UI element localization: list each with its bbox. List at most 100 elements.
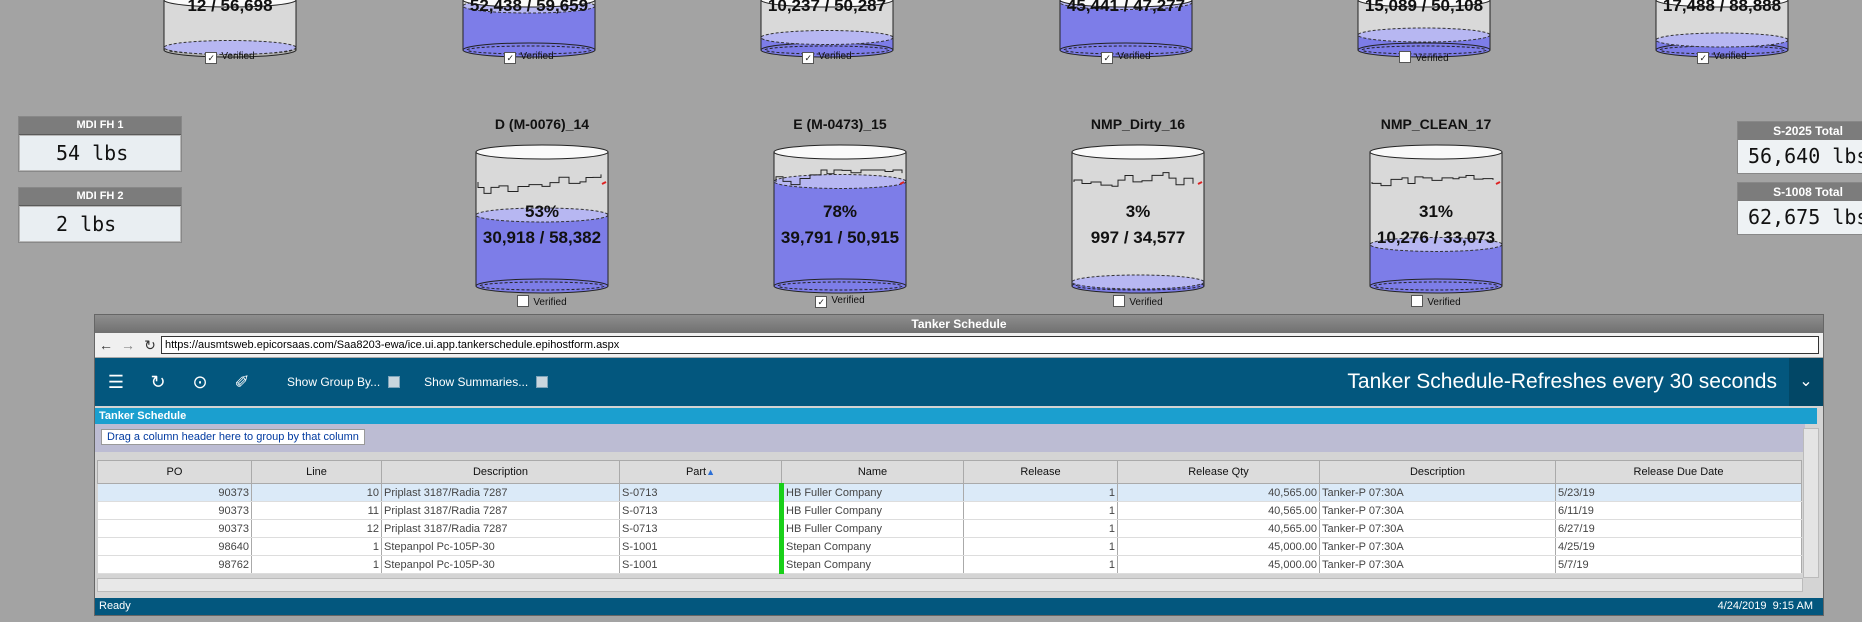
table-cell[interactable]: HB Fuller Company: [779, 519, 964, 538]
table-cell[interactable]: 11: [251, 501, 382, 520]
table-cell[interactable]: S-1001: [619, 537, 782, 556]
table-cell[interactable]: 45,000.00: [1117, 555, 1320, 574]
table-cell[interactable]: HB Fuller Company: [779, 483, 964, 502]
sync-icon[interactable]: ↻: [137, 372, 179, 393]
tank-label: NMP_Dirty_16: [1090, 116, 1186, 132]
checkbox-icon[interactable]: ✓: [802, 52, 815, 64]
table-cell[interactable]: 1: [251, 555, 382, 574]
column-header-release[interactable]: Release: [963, 460, 1118, 484]
table-cell[interactable]: Priplast 3187/Radia 7287: [381, 519, 620, 538]
menu-icon[interactable]: ☰: [95, 372, 137, 393]
column-header-release-qty[interactable]: Release Qty: [1117, 460, 1320, 484]
horizontal-scrollbar[interactable]: [97, 578, 1803, 592]
show-summaries-option[interactable]: Show Summaries...: [424, 375, 549, 389]
table-cell[interactable]: 5/7/19: [1555, 555, 1802, 574]
verified-checkbox[interactable]: Verified: [1356, 51, 1492, 64]
table-row[interactable]: 90373 12 Priplast 3187/Radia 7287 S-0713 HB …: [97, 519, 1802, 538]
table-cell[interactable]: 40,565.00: [1117, 501, 1320, 520]
column-header-release-due-date[interactable]: Release Due Date: [1555, 460, 1802, 484]
table-row[interactable]: 90373 10 Priplast 3187/Radia 7287 S-0713 HB …: [97, 483, 1802, 502]
table-cell[interactable]: 40,565.00: [1117, 483, 1320, 502]
checkbox-icon[interactable]: [517, 295, 530, 307]
table-cell[interactable]: 1: [963, 483, 1118, 502]
table-cell[interactable]: Stepan Company: [779, 555, 964, 574]
verified-checkbox[interactable]: Verified: [1070, 295, 1206, 308]
table-cell[interactable]: 6/11/19: [1555, 501, 1802, 520]
verified-checkbox[interactable]: ✓ Verified: [162, 51, 298, 64]
table-cell[interactable]: S-0713: [619, 483, 782, 502]
verified-checkbox[interactable]: Verified: [474, 295, 610, 308]
table-cell[interactable]: 90373: [97, 483, 252, 502]
verified-checkbox[interactable]: ✓ Verified: [759, 51, 895, 64]
verified-checkbox[interactable]: ✓ Verified: [461, 51, 597, 64]
column-header-name[interactable]: Name: [781, 460, 964, 484]
table-cell[interactable]: Stepan Company: [779, 537, 964, 556]
column-header-line[interactable]: Line: [251, 460, 382, 484]
forward-arrow-icon[interactable]: →: [117, 337, 139, 353]
table-cell[interactable]: 1: [251, 537, 382, 556]
table-cell[interactable]: 1: [963, 501, 1118, 520]
table-cell[interactable]: Priplast 3187/Radia 7287: [381, 483, 620, 502]
table-cell[interactable]: 45,000.00: [1117, 537, 1320, 556]
table-cell[interactable]: Tanker-P 07:30A: [1319, 483, 1556, 502]
table-cell[interactable]: 12: [251, 519, 382, 538]
s1008-total-value: 62,675 lbs: [1738, 201, 1862, 234]
table-cell[interactable]: S-1001: [619, 555, 782, 574]
vertical-scrollbar[interactable]: [1803, 428, 1819, 578]
back-arrow-icon[interactable]: ←: [95, 337, 117, 353]
column-header-part[interactable]: Part▲: [619, 460, 782, 484]
checkbox-icon[interactable]: ✓: [504, 52, 517, 64]
verified-checkbox[interactable]: ✓ Verified: [1654, 51, 1790, 64]
refresh-icon[interactable]: ↻: [139, 337, 161, 354]
checkbox-icon[interactable]: [1411, 295, 1424, 307]
table-cell[interactable]: Tanker-P 07:30A: [1319, 555, 1556, 574]
tank-3: NMP_Dirty_16 3% 997 / 34,577 Verified: [1070, 116, 1206, 308]
table-cell[interactable]: Tanker-P 07:30A: [1319, 519, 1556, 538]
tank-2: E (M-0473)_15 78% 39,791 / 50,915 ✓ Verified: [772, 116, 908, 308]
checkbox-icon[interactable]: ✓: [1697, 52, 1710, 64]
table-cell[interactable]: S-0713: [619, 501, 782, 520]
table-cell[interactable]: 6/27/19: [1555, 519, 1802, 538]
url-field[interactable]: https://ausmtsweb.epicorsaas.com/Saa8203…: [161, 336, 1819, 354]
table-cell[interactable]: Tanker-P 07:30A: [1319, 537, 1556, 556]
table-cell[interactable]: 10: [251, 483, 382, 502]
table-cell[interactable]: 98640: [97, 537, 252, 556]
table-cell[interactable]: 40,565.00: [1117, 519, 1320, 538]
table-cell[interactable]: 1: [963, 537, 1118, 556]
table-row[interactable]: 90373 11 Priplast 3187/Radia 7287 S-0713 HB …: [97, 501, 1802, 520]
table-cell[interactable]: 90373: [97, 519, 252, 538]
refresh-circle-icon[interactable]: ⊙: [179, 372, 221, 393]
s2025-total-value: 56,640 lbs: [1738, 140, 1862, 173]
show-group-by-option[interactable]: Show Group By...: [287, 375, 401, 389]
table-row[interactable]: 98762 1 Stepanpol Pc-105P-30 S-1001 Stepan C…: [97, 555, 1802, 574]
table-cell[interactable]: Stepanpol Pc-105P-30: [381, 537, 620, 556]
chevron-down-icon[interactable]: ⌄: [1789, 358, 1823, 406]
table-cell[interactable]: Priplast 3187/Radia 7287: [381, 501, 620, 520]
table-cell[interactable]: Stepanpol Pc-105P-30: [381, 555, 620, 574]
table-cell[interactable]: Tanker-P 07:30A: [1319, 501, 1556, 520]
table-cell[interactable]: HB Fuller Company: [779, 501, 964, 520]
table-cell[interactable]: 98762: [97, 555, 252, 574]
verified-checkbox[interactable]: ✓ Verified: [1058, 51, 1194, 64]
table-cell[interactable]: S-0713: [619, 519, 782, 538]
group-by-area[interactable]: Drag a column header here to group by th…: [95, 424, 1805, 452]
checkbox-icon[interactable]: [1399, 51, 1412, 63]
checkbox-icon[interactable]: [1113, 295, 1126, 307]
verified-checkbox[interactable]: Verified: [1368, 295, 1504, 308]
checkbox-icon[interactable]: ✓: [815, 296, 828, 308]
table-row[interactable]: 98640 1 Stepanpol Pc-105P-30 S-1001 Stepan C…: [97, 537, 1802, 556]
verified-checkbox[interactable]: ✓ Verified: [772, 295, 908, 308]
clear-brush-icon[interactable]: ✐: [221, 372, 263, 393]
table-cell[interactable]: 5/23/19: [1555, 483, 1802, 502]
table-cell[interactable]: 1: [963, 519, 1118, 538]
show-group-by-checkbox[interactable]: [388, 376, 401, 388]
column-header-po[interactable]: PO: [97, 460, 252, 484]
table-cell[interactable]: 1: [963, 555, 1118, 574]
show-summaries-checkbox[interactable]: [536, 376, 549, 388]
column-header-description[interactable]: Description: [1319, 460, 1556, 484]
checkbox-icon[interactable]: ✓: [205, 52, 218, 64]
checkbox-icon[interactable]: ✓: [1101, 52, 1114, 64]
column-header-description[interactable]: Description: [381, 460, 620, 484]
table-cell[interactable]: 4/25/19: [1555, 537, 1802, 556]
table-cell[interactable]: 90373: [97, 501, 252, 520]
